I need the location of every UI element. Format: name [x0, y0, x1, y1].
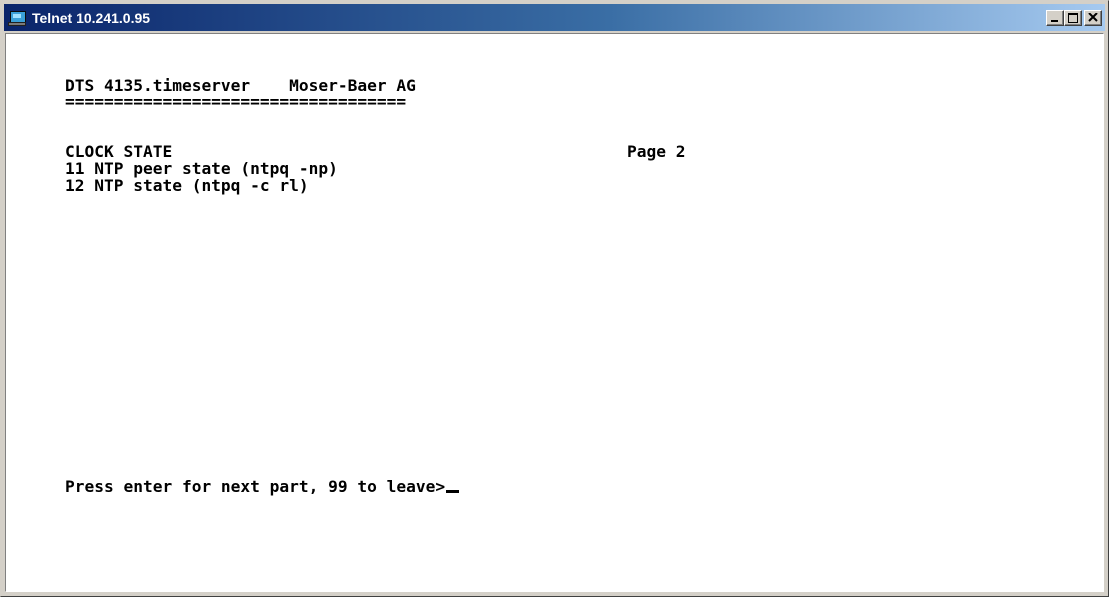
minimize-button[interactable] [1046, 9, 1064, 26]
terminal-prompt-line: Press enter for next part, 99 to leave> [65, 477, 460, 496]
window-title: Telnet 10.241.0.95 [32, 9, 151, 26]
title-bar[interactable]: Telnet 10.241.0.95 [4, 4, 1105, 31]
terminal-separator: =================================== [65, 92, 407, 111]
close-button[interactable] [1084, 9, 1102, 26]
text-cursor [446, 490, 460, 493]
close-icon [1088, 12, 1098, 22]
telnet-window: Telnet 10.241.0.95 DTS 4135.timeserver M… [0, 0, 1109, 597]
window-controls [1046, 9, 1102, 26]
telnet-app-icon[interactable] [8, 9, 26, 27]
menu-item-12: 12 NTP state (ntpq -c rl) [65, 176, 309, 195]
page-indicator: Page 2 [627, 142, 686, 161]
terminal-screen[interactable]: DTS 4135.timeserver Moser-Baer AG ======… [5, 33, 1104, 592]
maximize-button[interactable] [1064, 9, 1082, 26]
terminal-prompt: Press enter for next part, 99 to leave> [65, 477, 446, 496]
